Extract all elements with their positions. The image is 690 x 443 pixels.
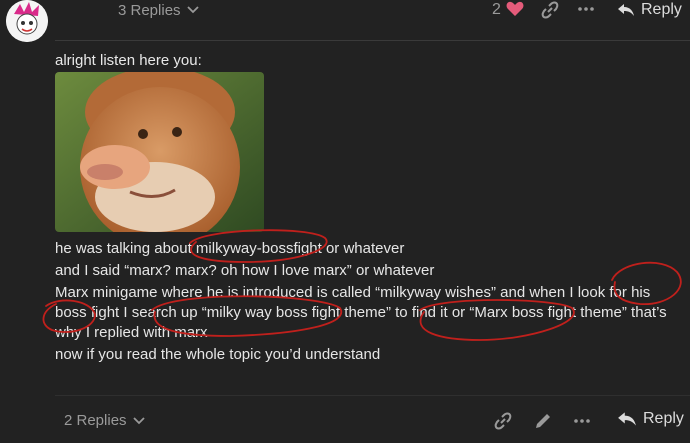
pencil-icon[interactable] — [534, 412, 552, 430]
reply-label: Reply — [641, 1, 682, 18]
post-actions-top: 3 Replies 2 Reply — [0, 0, 690, 42]
reply-arrow-icon — [618, 4, 634, 16]
link-icon[interactable] — [541, 1, 559, 19]
chevron-down-icon — [132, 416, 145, 424]
heart-icon[interactable] — [506, 1, 524, 17]
post-body: he was talking about milkyway-bossfight … — [55, 239, 685, 367]
proboscis-monkey-image[interactable] — [55, 72, 264, 232]
reply-button-bottom[interactable]: Reply — [617, 410, 684, 428]
avatar-image — [6, 0, 48, 42]
chevron-down-icon — [186, 6, 199, 14]
replies-toggle-bottom[interactable]: 2 Replies — [64, 412, 145, 429]
link-icon[interactable] — [494, 412, 512, 430]
replies-count-label: 2 Replies — [64, 412, 127, 429]
post-line: he was talking about milkyway-bossfight … — [55, 240, 405, 257]
reply-arrow-icon — [618, 412, 636, 426]
divider — [55, 40, 690, 41]
post-intro: alright listen here you: — [55, 52, 202, 69]
monkey-photo — [55, 72, 264, 232]
post-line: and I said “marx? marx? oh how I love ma… — [55, 262, 435, 279]
divider — [55, 395, 690, 396]
post-line: Marx minigame where he is introduced is … — [55, 284, 667, 341]
ellipsis-icon[interactable] — [574, 419, 590, 423]
replies-toggle[interactable]: 3 Replies — [118, 0, 199, 20]
post-line: now if you read the whole topic you’d un… — [55, 346, 381, 363]
replies-count-label: 3 Replies — [118, 1, 181, 19]
like-count: 2 — [492, 1, 501, 18]
avatar[interactable] — [6, 0, 48, 42]
reply-label: Reply — [643, 410, 684, 427]
ellipsis-icon[interactable] — [578, 7, 594, 11]
reply-button[interactable]: Reply — [617, 0, 682, 20]
